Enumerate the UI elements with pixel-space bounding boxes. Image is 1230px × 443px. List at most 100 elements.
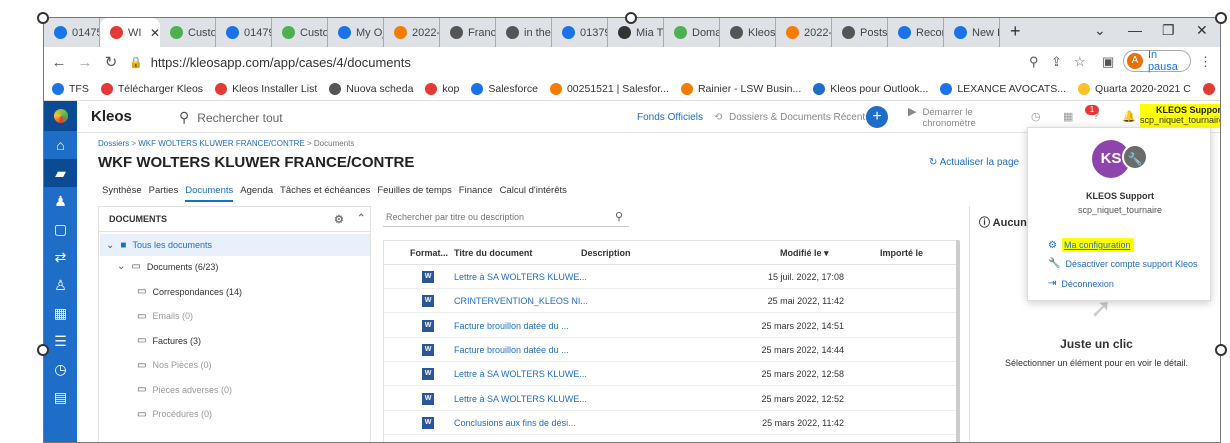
- my-configuration-link[interactable]: ⚙ Ma configuration: [1048, 238, 1134, 252]
- tree-item-documents[interactable]: ⌄ ▭ Documents (6/23): [117, 261, 218, 272]
- side-panel-icon[interactable]: ▣: [1102, 54, 1114, 70]
- document-title-link[interactable]: Facture brouillon datée du ...: [454, 345, 569, 355]
- tab-calcul-d-int-r-ts[interactable]: Calcul d'intérêts: [500, 185, 567, 202]
- bookmark-item[interactable]: TFS: [52, 82, 89, 95]
- resize-handle-left[interactable]: [37, 344, 49, 356]
- bookmark-item[interactable]: kop: [425, 82, 459, 95]
- resize-handle-top-right[interactable]: [1215, 12, 1227, 24]
- tree-folder-item[interactable]: ▭ Procédures (0): [137, 409, 212, 420]
- tab-close-icon[interactable]: ✕: [150, 26, 160, 40]
- col-description[interactable]: Description: [581, 248, 631, 258]
- contacts-icon[interactable]: ♟: [44, 187, 77, 215]
- table-row[interactable]: W Conclusions aux fins de dési... 25 mars …: [384, 411, 956, 435]
- col-title[interactable]: Titre du document: [454, 248, 532, 258]
- tab-agenda[interactable]: Agenda: [240, 185, 273, 202]
- refresh-page-button[interactable]: ↻ Actualiser la page: [929, 157, 1019, 168]
- browser-tab[interactable]: Mia Tr: [608, 18, 664, 47]
- bookmark-item[interactable]: Kleos pour Outlook...: [813, 82, 928, 95]
- browser-tab[interactable]: Custo: [160, 18, 216, 47]
- profile-button[interactable]: A In pausa: [1123, 49, 1191, 73]
- resize-handle-top[interactable]: [625, 12, 637, 24]
- notification-bell-icon[interactable]: 🔔: [1122, 110, 1136, 123]
- tab-t-ches-et-ch-ances[interactable]: Tâches et échéances: [280, 185, 370, 202]
- browser-tab[interactable]: Kleos: [720, 18, 776, 47]
- tree-folder-item[interactable]: ▭ Nos Pièces (0): [137, 360, 211, 371]
- bookmark-item[interactable]: LEXANCE AVOCATS...: [940, 82, 1066, 95]
- share-icon[interactable]: ⇪: [1051, 54, 1062, 70]
- logout-link[interactable]: ⇥ Déconnexion: [1048, 278, 1114, 289]
- browser-tab[interactable]: Posts: [832, 18, 888, 47]
- browser-tab[interactable]: WI ✕: [100, 18, 160, 47]
- home-icon[interactable]: ⌂: [44, 131, 77, 159]
- browser-tab[interactable]: 01475: [44, 18, 100, 47]
- tab-search-icon[interactable]: ⌄: [1094, 22, 1106, 39]
- omnibox[interactable]: 🔒 https://kleosapp.com/app/cases/4/docum…: [129, 51, 1029, 73]
- tree-item-all-documents[interactable]: ⌄ ■ Tous les documents: [100, 234, 370, 256]
- billing-icon[interactable]: ▤: [44, 383, 77, 411]
- deactivate-support-link[interactable]: 🔧 Désactiver compte support Kleos: [1048, 258, 1198, 269]
- new-tab-icon[interactable]: +: [1010, 21, 1021, 42]
- transfer-icon[interactable]: ⇄: [44, 243, 77, 271]
- breadcrumb-root[interactable]: Dossiers: [98, 139, 129, 148]
- bookmark-star-icon[interactable]: ☆: [1074, 54, 1086, 70]
- table-row[interactable]: W Lettre à SA WOLTERS KLUWE... 15 juil. 20…: [384, 265, 956, 289]
- table-row[interactable]: W Lettre à SA WOLTERS KLUWE... 25 mars 202…: [384, 362, 956, 387]
- tree-folder-item[interactable]: ▭ Pièces adverses (0): [137, 384, 232, 395]
- bookmark-item[interactable]: gsuite Dashboard: [1202, 82, 1220, 95]
- cases-folder-icon[interactable]: ▰: [44, 159, 77, 187]
- bookmark-item[interactable]: Télécharger Kleos: [100, 82, 203, 95]
- bookmark-item[interactable]: Nuova scheda: [329, 82, 413, 95]
- tree-folder-item[interactable]: ▭ Correspondances (14): [137, 286, 242, 297]
- browser-tab[interactable]: 01479: [216, 18, 272, 47]
- browser-tab[interactable]: in the: [496, 18, 552, 47]
- document-title-link[interactable]: CRINTERVENTION_KLEOS NI...: [454, 296, 588, 306]
- stopwatch-icon[interactable]: ◷: [1031, 110, 1041, 123]
- table-row[interactable]: W Facture brouillon datée du ... 25 mars 2…: [384, 338, 956, 362]
- minimize-icon[interactable]: —: [1128, 22, 1142, 38]
- reload-icon[interactable]: ↻: [100, 53, 122, 71]
- document-title-link[interactable]: Conclusions aux fins de dési...: [454, 418, 576, 428]
- browser-tab[interactable]: 2022-: [776, 18, 832, 47]
- resize-handle-right[interactable]: [1215, 344, 1227, 356]
- calendar-icon[interactable]: ▦: [44, 299, 77, 327]
- tab-finance[interactable]: Finance: [459, 185, 493, 202]
- timer-icon[interactable]: ◷: [44, 355, 77, 383]
- table-scrollbar[interactable]: [956, 240, 960, 442]
- tree-folder-item[interactable]: ▭ Emails (0): [137, 311, 193, 322]
- browser-tab[interactable]: Doma: [664, 18, 720, 47]
- recent-items-link[interactable]: Dossiers & Documents Récents: [729, 112, 870, 123]
- bookmark-item[interactable]: Quarta 2020-2021 C: [1078, 82, 1191, 95]
- tab-documents[interactable]: Documents: [185, 185, 234, 202]
- col-format[interactable]: Format...: [410, 248, 448, 258]
- fonds-officiels-link[interactable]: Fonds Officiels: [637, 112, 703, 123]
- col-imported[interactable]: Importé le: [880, 248, 923, 258]
- tab-synth-se[interactable]: Synthèse: [102, 185, 142, 202]
- browser-tab[interactable]: 01379: [552, 18, 608, 47]
- start-timer-button[interactable]: ▶ Démarrer le chronomètre: [908, 107, 976, 130]
- tree-folder-item[interactable]: ▭ Factures (3): [137, 335, 201, 346]
- back-icon[interactable]: ←: [48, 54, 70, 71]
- restore-icon[interactable]: ❐: [1162, 22, 1175, 39]
- zoom-icon[interactable]: ⚲: [1029, 54, 1039, 70]
- browser-tab[interactable]: Custo: [272, 18, 328, 47]
- user-icon[interactable]: ♙: [44, 271, 77, 299]
- browser-tab[interactable]: Franc: [440, 18, 496, 47]
- tab-parties[interactable]: Parties: [149, 185, 179, 202]
- breadcrumb-case[interactable]: WKF WOLTERS KLUWER FRANCE/CONTRE: [138, 139, 305, 148]
- bookmark-item[interactable]: 00251521 | Salesfor...: [549, 82, 669, 95]
- resize-handle-top-left[interactable]: [37, 12, 49, 24]
- document-title-link[interactable]: Lettre à SA WOLTERS KLUWE...: [454, 394, 587, 404]
- browser-tab[interactable]: New I: [944, 18, 1000, 47]
- browser-tab[interactable]: Recor: [888, 18, 944, 47]
- close-window-icon[interactable]: ✕: [1196, 22, 1208, 39]
- collapse-chevron-icon[interactable]: ⌃: [357, 213, 365, 224]
- browser-menu-icon[interactable]: ⋮: [1199, 54, 1212, 70]
- global-search[interactable]: ⚲ Rechercher tout: [179, 109, 283, 126]
- table-row[interactable]: W CRINTERVENTION_KLEOS NI... 25 mai 2022, …: [384, 289, 956, 314]
- agenda-icon[interactable]: ▦: [1063, 110, 1073, 123]
- table-row[interactable]: W Lettre à SA WOLTERS KLUWE... 25 mars 202…: [384, 387, 956, 411]
- add-button[interactable]: +: [866, 106, 888, 128]
- document-title-link[interactable]: Lettre à SA WOLTERS KLUWE...: [454, 369, 587, 379]
- bookmark-item[interactable]: Rainier - LSW Busin...: [680, 82, 801, 95]
- bookmark-item[interactable]: Kleos Installer List: [215, 82, 317, 95]
